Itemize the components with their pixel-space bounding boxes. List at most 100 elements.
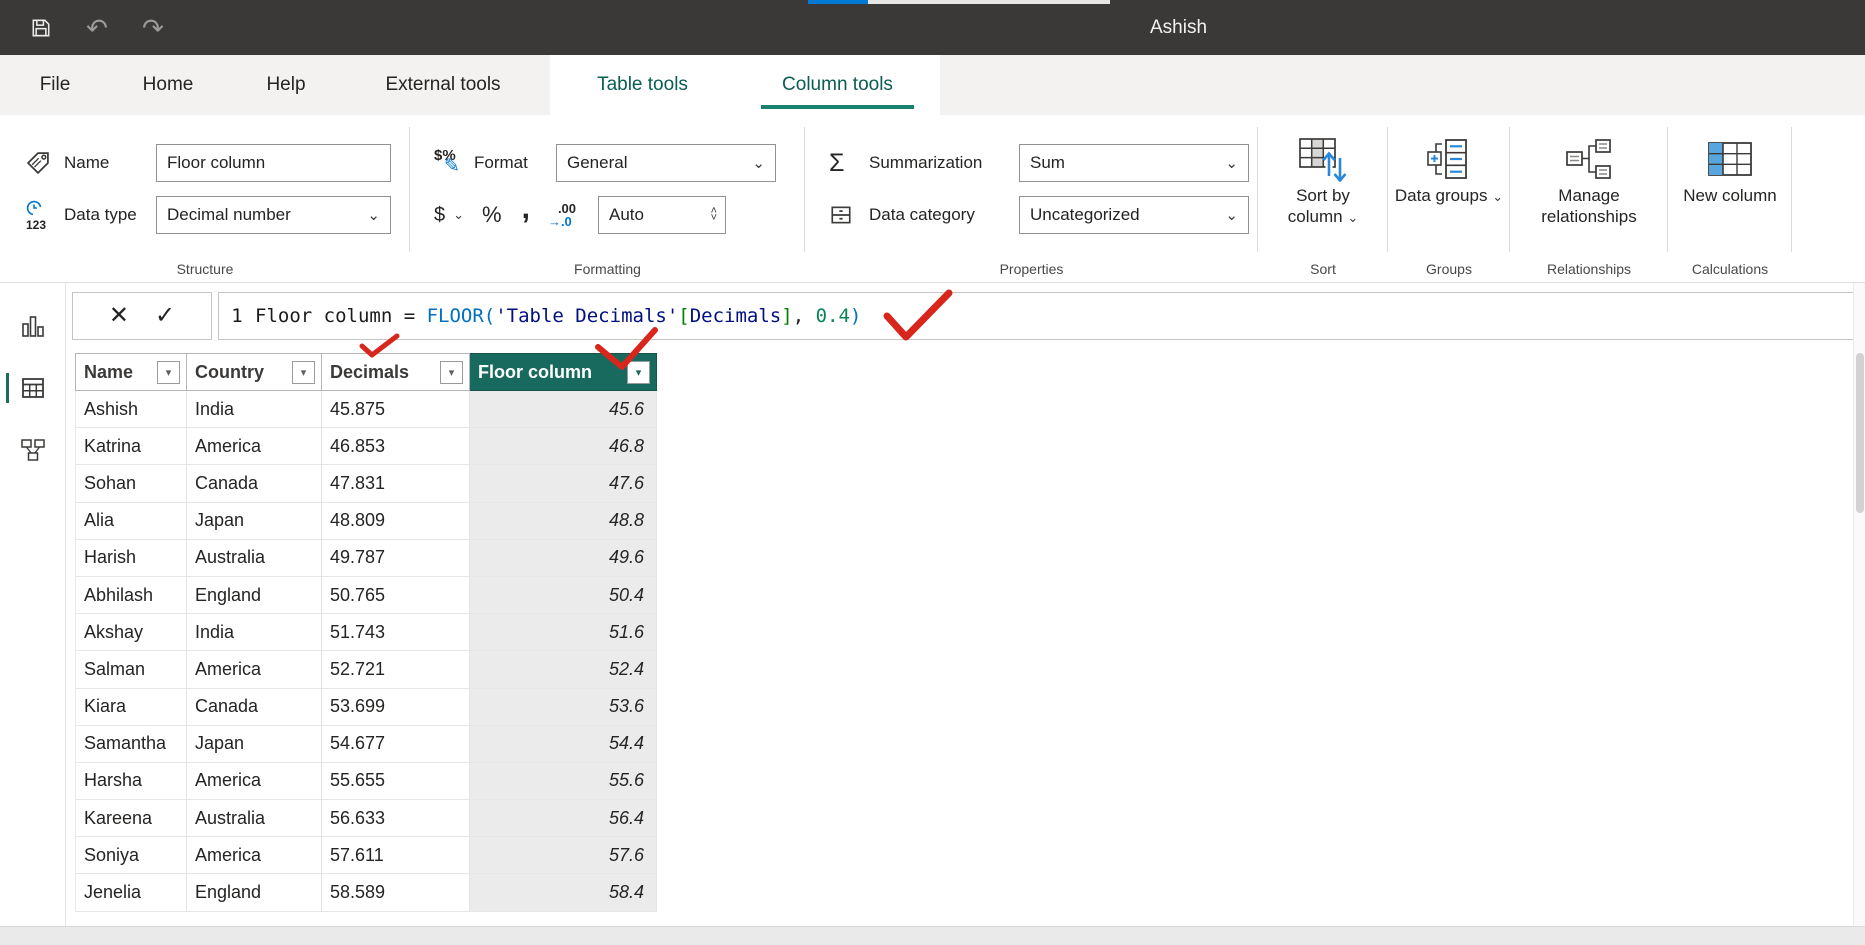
cell-name[interactable]: Ashish xyxy=(75,391,187,428)
save-button[interactable] xyxy=(24,11,58,45)
cell-name[interactable]: Alia xyxy=(75,503,187,540)
column-filter-button[interactable]: ▾ xyxy=(440,361,463,384)
cell-decimals[interactable]: 52.721 xyxy=(322,651,470,688)
data-type-value: Decimal number xyxy=(167,205,291,225)
tab-table-tools[interactable]: Table tools xyxy=(550,55,735,115)
cell-decimals[interactable]: 56.633 xyxy=(322,800,470,837)
cell-country[interactable]: England xyxy=(187,577,322,614)
redo-button[interactable]: ↷ xyxy=(136,11,170,45)
column-header-floor-column[interactable]: Floor column▾ xyxy=(470,353,657,391)
thousands-separator-button[interactable]: , xyxy=(522,201,530,230)
report-view-button[interactable] xyxy=(0,295,66,357)
cell-name[interactable]: Abhilash xyxy=(75,577,187,614)
cell-name[interactable]: Samantha xyxy=(75,726,187,763)
cell-country[interactable]: America xyxy=(187,651,322,688)
cell-country[interactable]: Japan xyxy=(187,503,322,540)
currency-format-button[interactable]: $ ⌄ xyxy=(434,204,464,227)
cell-floor[interactable]: 54.4 xyxy=(470,726,657,763)
cell-floor[interactable]: 49.6 xyxy=(470,540,657,577)
cell-country[interactable]: Australia xyxy=(187,800,322,837)
cancel-formula-button[interactable]: ✕ xyxy=(109,304,129,328)
scrollbar-thumb[interactable] xyxy=(1856,353,1864,513)
cell-floor[interactable]: 57.6 xyxy=(470,837,657,874)
cell-floor[interactable]: 47.6 xyxy=(470,465,657,502)
cell-country[interactable]: India xyxy=(187,614,322,651)
format-dropdown[interactable]: General ⌄ xyxy=(556,144,776,182)
cell-decimals[interactable]: 48.809 xyxy=(322,503,470,540)
cell-decimals[interactable]: 54.677 xyxy=(322,726,470,763)
cell-country[interactable]: Canada xyxy=(187,689,322,726)
chevron-down-icon: ⌄ xyxy=(752,154,765,172)
column-filter-button[interactable]: ▾ xyxy=(627,361,650,384)
column-header-decimals[interactable]: Decimals▾ xyxy=(322,353,470,391)
cell-name[interactable]: Akshay xyxy=(75,614,187,651)
cell-name[interactable]: Sohan xyxy=(75,465,187,502)
cell-floor[interactable]: 46.8 xyxy=(470,428,657,465)
commit-formula-button[interactable]: ✓ xyxy=(155,304,175,328)
cell-decimals[interactable]: 46.853 xyxy=(322,428,470,465)
cell-name[interactable]: Harish xyxy=(75,540,187,577)
cell-floor[interactable]: 53.6 xyxy=(470,689,657,726)
cell-name[interactable]: Soniya xyxy=(75,837,187,874)
cell-floor[interactable]: 58.4 xyxy=(470,874,657,911)
cell-country[interactable]: Japan xyxy=(187,726,322,763)
cell-floor[interactable]: 50.4 xyxy=(470,577,657,614)
column-name-input[interactable] xyxy=(156,144,391,182)
formula-input[interactable]: 1 Floor column = FLOOR('Table Decimals'[… xyxy=(218,292,1857,340)
cell-country[interactable]: America xyxy=(187,837,322,874)
cell-country[interactable]: America xyxy=(187,763,322,800)
cell-floor[interactable]: 48.8 xyxy=(470,503,657,540)
cell-name[interactable]: Kareena xyxy=(75,800,187,837)
cell-decimals[interactable]: 57.611 xyxy=(322,837,470,874)
column-filter-button[interactable]: ▾ xyxy=(157,361,180,384)
sort-by-column-button[interactable]: Sort by column ⌄ xyxy=(1258,125,1388,253)
data-groups-button[interactable]: Data groups ⌄ xyxy=(1388,125,1510,253)
column-header-country[interactable]: Country▾ xyxy=(187,353,322,391)
cell-decimals[interactable]: 55.655 xyxy=(322,763,470,800)
column-header-name[interactable]: Name▾ xyxy=(75,353,187,391)
cell-floor[interactable]: 55.6 xyxy=(470,763,657,800)
tab-file[interactable]: File xyxy=(10,55,100,115)
tab-help[interactable]: Help xyxy=(236,55,336,115)
cell-floor[interactable]: 45.6 xyxy=(470,391,657,428)
undo-button[interactable]: ↶ xyxy=(80,11,114,45)
cell-decimals[interactable]: 49.787 xyxy=(322,540,470,577)
cell-name[interactable]: Salman xyxy=(75,651,187,688)
tab-column-tools[interactable]: Column tools xyxy=(735,55,940,115)
cell-decimals[interactable]: 47.831 xyxy=(322,465,470,502)
cell-decimals[interactable]: 45.875 xyxy=(322,391,470,428)
cell-name[interactable]: Harsha xyxy=(75,763,187,800)
model-view-button[interactable] xyxy=(0,419,66,481)
summarization-dropdown[interactable]: Sum ⌄ xyxy=(1019,144,1249,182)
cell-country[interactable]: Australia xyxy=(187,540,322,577)
data-category-value: Uncategorized xyxy=(1030,205,1140,225)
manage-relationships-button[interactable]: Manage relationships xyxy=(1510,125,1668,253)
tab-home[interactable]: Home xyxy=(112,55,224,115)
decimal-places-icon[interactable]: .00 →.0 xyxy=(548,202,576,228)
cell-decimals[interactable]: 51.743 xyxy=(322,614,470,651)
cell-floor[interactable]: 56.4 xyxy=(470,800,657,837)
cell-country[interactable]: Canada xyxy=(187,465,322,502)
percent-format-button[interactable]: % xyxy=(482,202,502,228)
column-filter-button[interactable]: ▾ xyxy=(292,361,315,384)
data-category-dropdown[interactable]: Uncategorized ⌄ xyxy=(1019,196,1249,234)
name-tag-icon xyxy=(24,149,64,177)
data-type-dropdown[interactable]: Decimal number ⌄ xyxy=(156,196,391,234)
vertical-scrollbar[interactable] xyxy=(1853,283,1865,926)
spinner-down-icon[interactable]: ˅ xyxy=(711,215,717,222)
cell-decimals[interactable]: 53.699 xyxy=(322,689,470,726)
cell-name[interactable]: Kiara xyxy=(75,689,187,726)
cell-country[interactable]: America xyxy=(187,428,322,465)
cell-decimals[interactable]: 58.589 xyxy=(322,874,470,911)
new-column-button[interactable]: New column xyxy=(1668,125,1792,253)
cell-country[interactable]: India xyxy=(187,391,322,428)
cell-name[interactable]: Katrina xyxy=(75,428,187,465)
tab-external-tools[interactable]: External tools xyxy=(348,55,538,115)
decimal-places-stepper[interactable]: Auto ˄ ˅ xyxy=(598,196,726,234)
cell-country[interactable]: England xyxy=(187,874,322,911)
cell-name[interactable]: Jenelia xyxy=(75,874,187,911)
cell-decimals[interactable]: 50.765 xyxy=(322,577,470,614)
data-view-button[interactable] xyxy=(0,357,66,419)
cell-floor[interactable]: 52.4 xyxy=(470,651,657,688)
cell-floor[interactable]: 51.6 xyxy=(470,614,657,651)
